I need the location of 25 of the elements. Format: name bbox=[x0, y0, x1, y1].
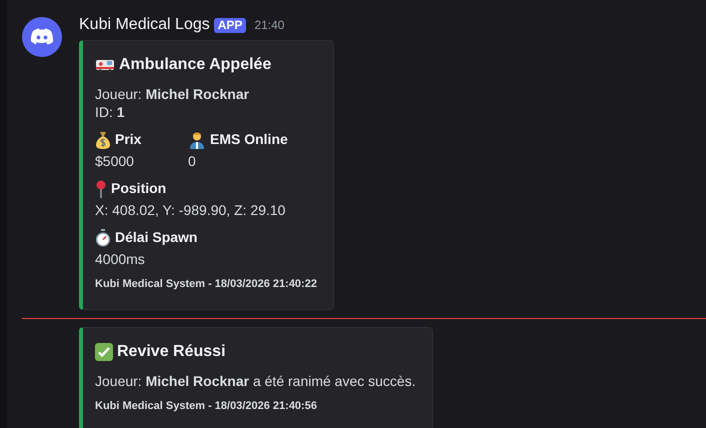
message-time: 21:40 bbox=[254, 17, 284, 34]
field-name: EMS Online bbox=[210, 130, 288, 149]
field-name: Prix bbox=[115, 130, 142, 149]
app-badge: APP bbox=[214, 18, 246, 32]
stopwatch-icon bbox=[95, 228, 111, 246]
embed-text: Joueur: Michel Rocknar bbox=[95, 85, 250, 103]
field-name: Délai Spawn bbox=[115, 228, 198, 247]
money-bag-icon bbox=[95, 130, 111, 148]
field-value: X: 408.02, Y: -989.90, Z: 29.10 bbox=[95, 201, 286, 219]
field-value: 4000ms bbox=[95, 250, 146, 268]
avatar-icon[interactable] bbox=[22, 17, 62, 57]
embed-title: Ambulance Appelée bbox=[119, 55, 272, 75]
check-icon bbox=[95, 342, 113, 360]
embed-title: Revive Réussi bbox=[117, 342, 226, 362]
author-name[interactable]: Kubi Medical Logs bbox=[79, 13, 210, 37]
embed-footer: Kubi Medical System - 18/03/2026 21:40:22 bbox=[95, 276, 317, 292]
embed-text: Joueur: Michel Rocknar a été ranimé avec succès. bbox=[95, 372, 416, 390]
field-name: Position bbox=[111, 179, 166, 198]
pin-icon bbox=[95, 180, 107, 198]
health-worker-icon bbox=[188, 130, 206, 148]
embed-footer: Kubi Medical System - 18/03/2026 21:40:56 bbox=[95, 398, 416, 414]
field-value: 0 bbox=[188, 152, 197, 170]
ambulance-icon bbox=[95, 57, 115, 73]
field-value: $5000 bbox=[95, 152, 135, 170]
embed-text: ID: 1 bbox=[95, 103, 126, 121]
